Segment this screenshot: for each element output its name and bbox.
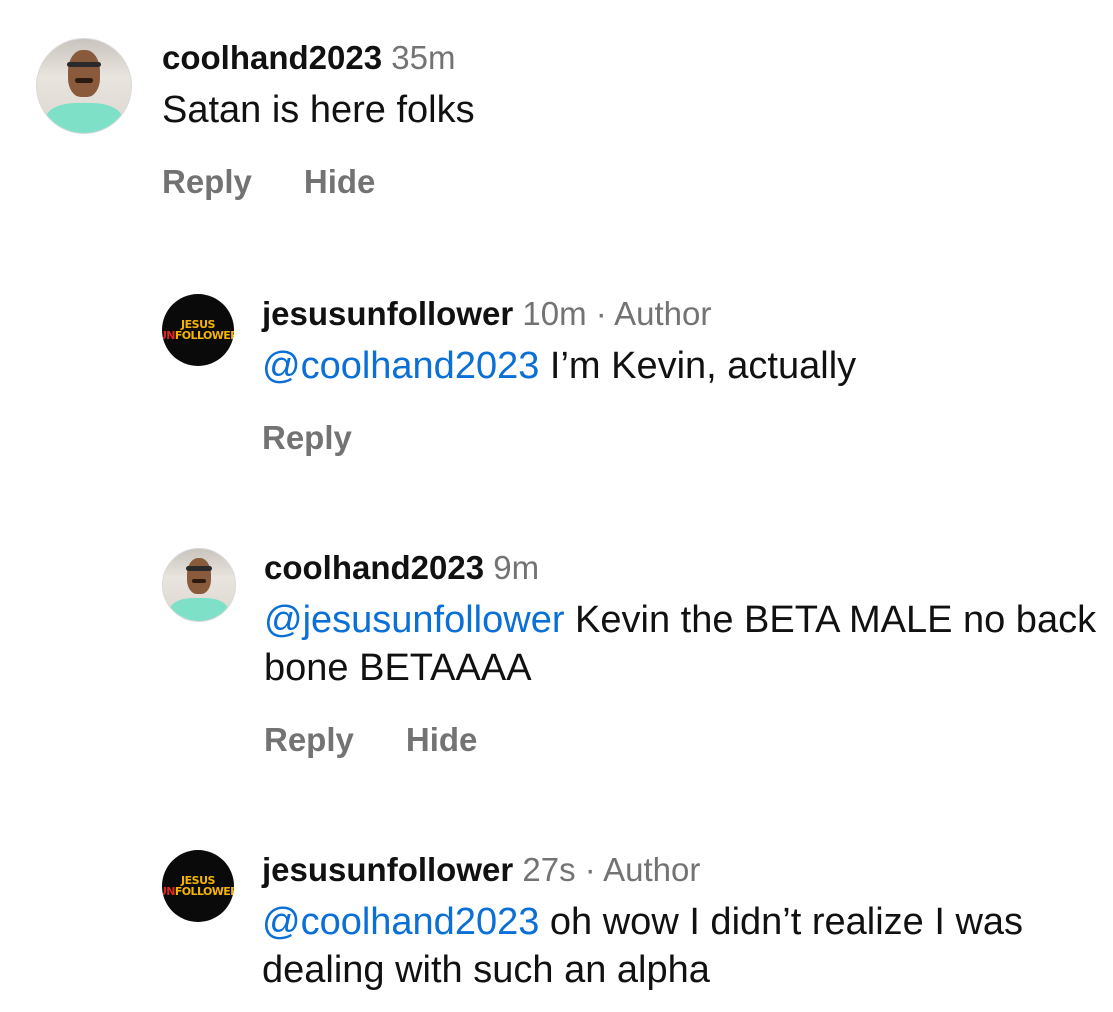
reply-button[interactable]: Reply (264, 720, 354, 760)
comment-item: JESUS UNFOLLOWER jesusunfollower 10m · A… (162, 294, 1092, 458)
reply-button[interactable]: Reply (162, 162, 252, 202)
timestamp: 9m (493, 549, 540, 586)
hide-button[interactable]: Hide (304, 162, 376, 202)
comment-text-content: I’m Kevin, actually (539, 345, 857, 387)
avatar-shirt (46, 102, 122, 133)
comment-header: coolhand2023 35m (162, 38, 1022, 78)
comment-item: coolhand2023 9m @jesusunfollower Kevin t… (162, 548, 1109, 760)
username[interactable]: coolhand2023 (162, 39, 382, 76)
comment-text: @jesusunfollower Kevin the BETA MALE no … (264, 596, 1109, 692)
mention-link[interactable]: @coolhand2023 (262, 345, 539, 387)
brand-logo-text-bottom: UNFOLLOWER (162, 885, 234, 898)
comment-body: coolhand2023 9m @jesusunfollower Kevin t… (264, 548, 1109, 760)
author-tag: · Author (584, 851, 701, 888)
comment-body: jesusunfollower 27s · Author @coolhand20… (262, 850, 1092, 994)
comment-header: jesusunfollower 10m · Author (262, 294, 1092, 334)
timestamp: 35m (391, 39, 456, 76)
avatar[interactable]: JESUS UNFOLLOWER (162, 294, 234, 366)
comment-actions: Reply Hide (162, 162, 1022, 202)
mention-link[interactable]: @coolhand2023 (262, 901, 539, 943)
timestamp: 27s (522, 851, 576, 888)
comment-header: coolhand2023 9m (264, 548, 1109, 588)
comment-actions: Reply Hide (264, 720, 1109, 760)
avatar[interactable] (162, 548, 236, 622)
avatar-glasses (67, 61, 101, 68)
avatar-shirt (170, 597, 228, 621)
avatar[interactable]: JESUS UNFOLLOWER (162, 850, 234, 922)
comment-text-content: Satan is here folks (162, 89, 475, 131)
avatar-mustache (74, 78, 94, 84)
comment-text: Satan is here folks (162, 86, 1022, 134)
reply-button[interactable]: Reply (262, 418, 352, 458)
avatar[interactable] (36, 38, 132, 134)
comment-item: coolhand2023 35m Satan is here folks Rep… (36, 38, 1022, 202)
comment-header: jesusunfollower 27s · Author (262, 850, 1092, 890)
username[interactable]: jesusunfollower (262, 851, 513, 888)
mention-link[interactable]: @jesusunfollower (264, 599, 565, 641)
avatar-mustache (191, 579, 207, 583)
hide-button[interactable]: Hide (406, 720, 478, 760)
comment-body: coolhand2023 35m Satan is here folks Rep… (162, 38, 1022, 202)
avatar-face (186, 557, 212, 594)
comment-body: jesusunfollower 10m · Author @coolhand20… (262, 294, 1092, 458)
comment-text: @coolhand2023 oh wow I didn’t realize I … (262, 898, 1092, 994)
brand-logo-text-bottom: UNFOLLOWER (162, 329, 234, 342)
timestamp: 10m (522, 295, 587, 332)
username[interactable]: jesusunfollower (262, 295, 513, 332)
avatar-face (68, 50, 100, 98)
username[interactable]: coolhand2023 (264, 549, 484, 586)
avatar-glasses (186, 566, 212, 571)
comment-text: @coolhand2023 I’m Kevin, actually (262, 342, 1092, 390)
author-tag: · Author (595, 295, 712, 332)
comment-item: JESUS UNFOLLOWER jesusunfollower 27s · A… (162, 850, 1092, 994)
comment-actions: Reply (262, 418, 1092, 458)
